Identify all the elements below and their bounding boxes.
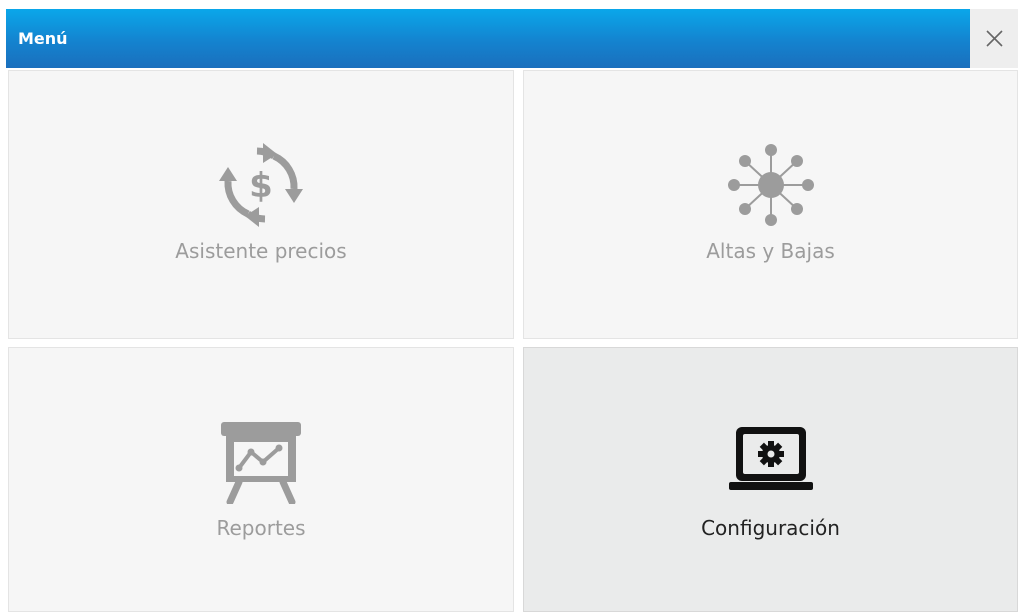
menu-tile-label: Altas y Bajas	[706, 239, 835, 263]
menu-tile-asistente-precios[interactable]: $ Asistente precios	[8, 70, 514, 339]
menu-tile-label: Configuración	[701, 516, 840, 540]
window-title: Menú	[18, 29, 68, 48]
laptop-gear-icon	[728, 427, 813, 490]
menu-window: Menú $ Asistente precios Altas y Bajas R…	[0, 0, 1018, 612]
network-hub-icon	[727, 144, 814, 226]
menu-tile-label: Reportes	[216, 516, 306, 540]
presentation-chart-icon	[221, 422, 301, 504]
svg-text:$: $	[249, 166, 273, 206]
close-icon	[986, 30, 1003, 47]
close-button[interactable]	[970, 9, 1018, 68]
price-cycle-icon: $	[219, 143, 303, 227]
menu-tile-label: Asistente precios	[175, 239, 347, 263]
menu-tile-altas-y-bajas[interactable]: Altas y Bajas	[523, 70, 1018, 339]
menu-tile-reportes[interactable]: Reportes	[8, 347, 514, 612]
title-bar: Menú	[6, 9, 970, 68]
menu-tile-configuracion[interactable]: Configuración	[523, 347, 1018, 612]
